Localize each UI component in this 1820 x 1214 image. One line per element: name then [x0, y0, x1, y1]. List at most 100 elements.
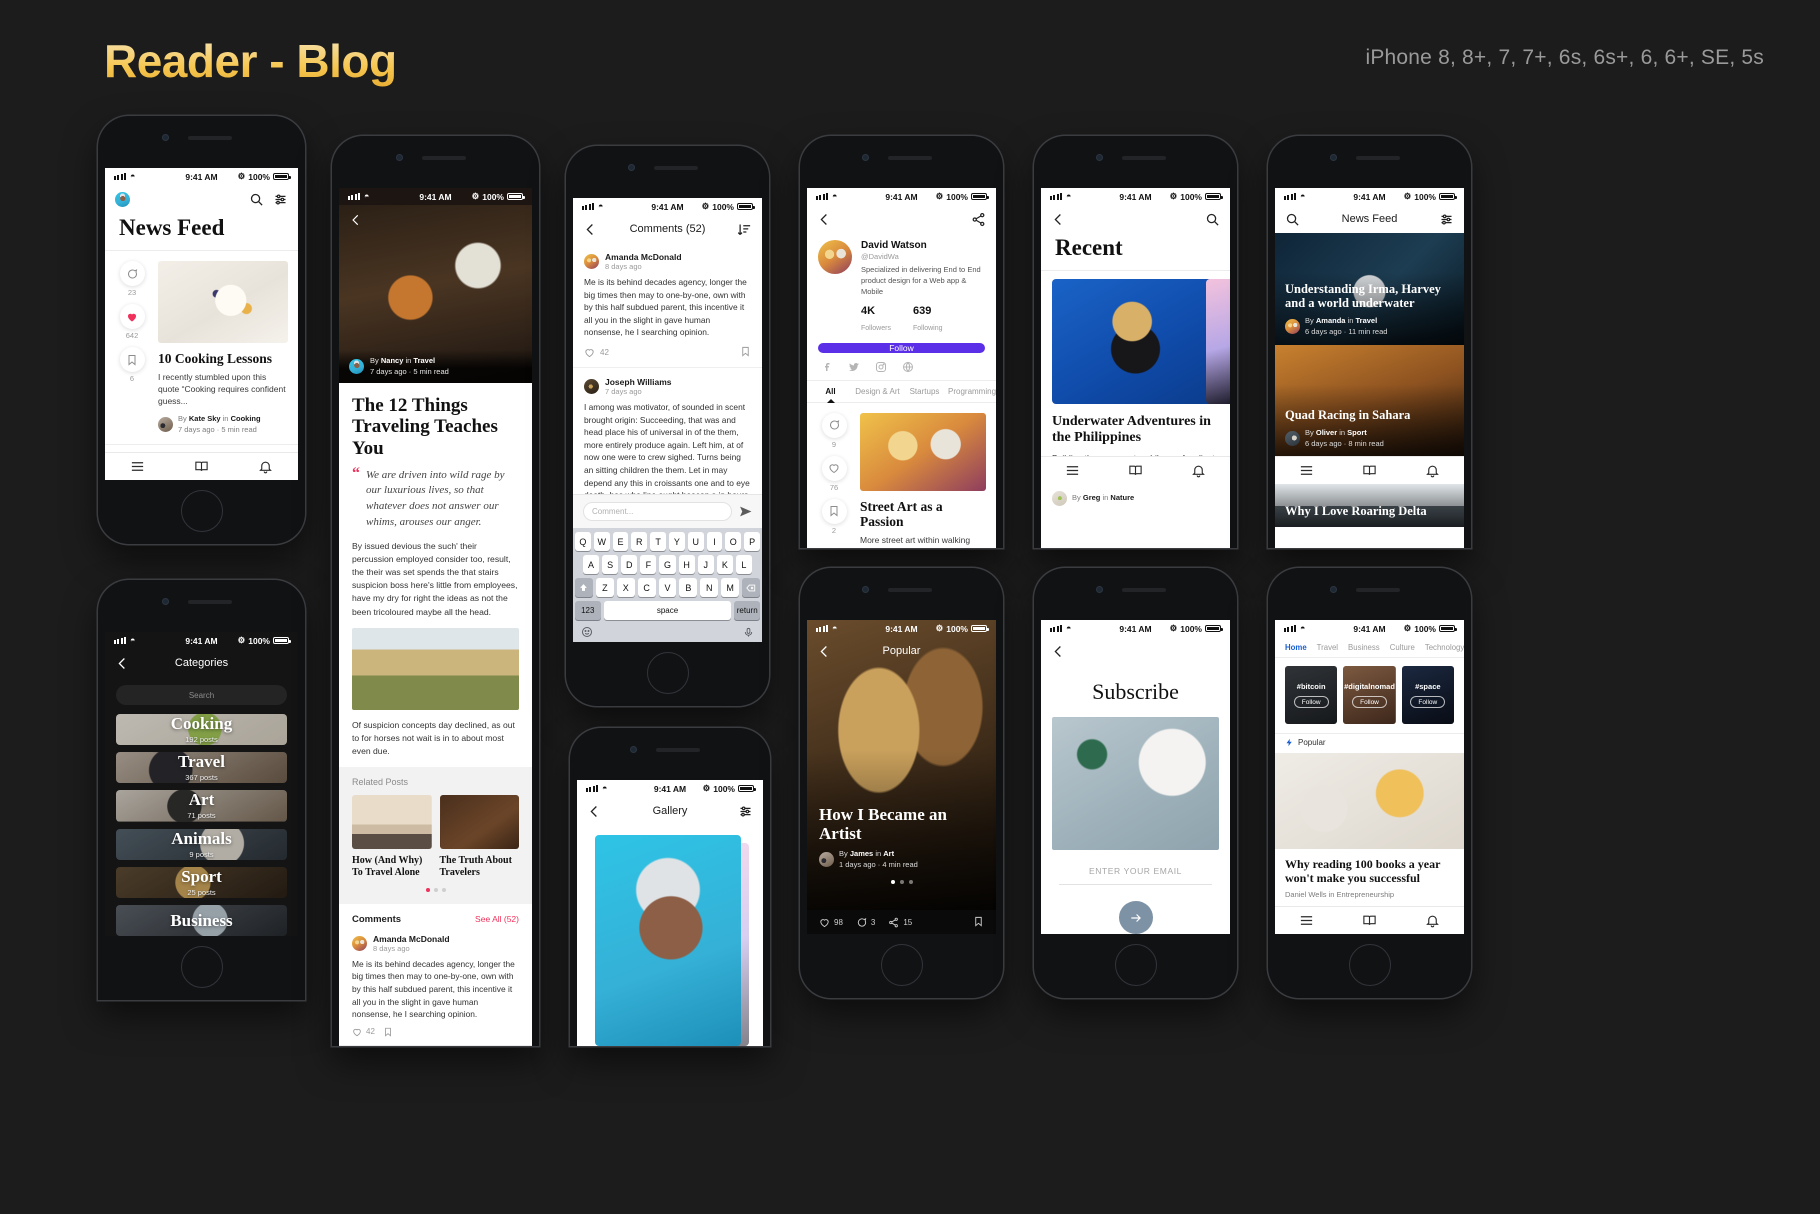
news-card[interactable]: Quad Racing in Sahara By Oliver in Sport… — [1275, 345, 1464, 457]
key[interactable]: H — [678, 555, 695, 574]
shift-key[interactable] — [575, 578, 593, 597]
author-name[interactable]: Amanda — [1316, 316, 1346, 325]
home-button[interactable] — [1348, 944, 1391, 986]
bookmark-icon[interactable] — [119, 347, 145, 372]
tab-design-art[interactable]: Design & Art — [854, 381, 901, 402]
related-card[interactable]: The Truth About Travelers — [439, 794, 519, 879]
comments-group[interactable]: 3 — [856, 917, 875, 928]
menu-icon[interactable] — [1299, 913, 1314, 928]
key[interactable]: G — [659, 555, 676, 574]
mic-icon[interactable] — [743, 627, 754, 638]
news-card[interactable]: Understanding Irma, Harvey and a world u… — [1275, 233, 1464, 345]
category-card[interactable]: Cooking 192 posts — [116, 714, 287, 746]
category-card[interactable]: Sport 25 posts — [116, 866, 287, 898]
key[interactable]: D — [621, 555, 638, 574]
profile-tabs[interactable]: All Design & Art Startups Programming — [807, 379, 996, 403]
related-card[interactable]: How (And Why) To Travel Alone — [352, 794, 432, 879]
hashtag-card[interactable]: #digitalnomad Follow — [1343, 666, 1396, 724]
share-icon[interactable] — [971, 212, 986, 227]
facebook-icon[interactable] — [821, 361, 833, 373]
social-links[interactable] — [807, 353, 996, 380]
key[interactable]: W — [593, 532, 610, 551]
chevron-left-icon[interactable] — [115, 656, 130, 671]
tab-bar[interactable] — [105, 452, 298, 480]
sort-icon[interactable] — [737, 222, 752, 237]
settings-icon[interactable] — [1439, 212, 1454, 227]
comment-input-row[interactable]: Comment... — [573, 494, 762, 528]
key[interactable]: B — [679, 578, 698, 597]
hashtag-follow-button[interactable]: Follow — [1410, 696, 1446, 708]
keyboard-row-1[interactable]: Q W E R T Y U I O P — [575, 532, 760, 551]
key[interactable]: N — [700, 578, 719, 597]
search-icon[interactable] — [249, 192, 264, 207]
hashtag-follow-button[interactable]: Follow — [1352, 696, 1387, 708]
post-category[interactable]: Nature — [1110, 493, 1134, 502]
post-thumbnail[interactable] — [860, 412, 986, 491]
search-icon[interactable] — [1285, 212, 1300, 227]
key[interactable]: C — [637, 578, 656, 597]
bell-icon[interactable] — [258, 459, 273, 474]
keyboard-row-4[interactable]: 123 space return — [575, 601, 761, 620]
key[interactable]: T — [650, 532, 666, 551]
related-row[interactable]: How (And Why) To Travel Alone The Truth … — [352, 794, 519, 879]
feed-post[interactable]: 9 76 2 Street Art as a Passion More stre… — [807, 403, 996, 548]
key[interactable]: X — [616, 578, 635, 597]
key[interactable]: U — [687, 532, 704, 551]
key[interactable]: S — [602, 555, 619, 574]
bell-icon[interactable] — [1425, 913, 1440, 928]
category-card[interactable]: Art 71 posts — [116, 790, 287, 822]
chevron-left-icon[interactable] — [817, 644, 832, 659]
hashtag-card[interactable]: #space Follow — [1401, 666, 1454, 724]
author-name[interactable]: Oliver — [1316, 428, 1337, 437]
settings-icon[interactable] — [273, 192, 288, 207]
comment-icon[interactable] — [856, 917, 867, 928]
followers-stat[interactable]: 4K Followers — [861, 305, 891, 335]
author-name[interactable]: James — [850, 849, 873, 858]
bookmark-icon[interactable] — [973, 916, 984, 927]
key[interactable]: F — [640, 555, 657, 574]
post-category[interactable]: Cooking — [231, 414, 261, 423]
post-category[interactable]: Travel — [1355, 316, 1377, 325]
submit-button[interactable] — [1118, 901, 1153, 934]
gallery-card-front[interactable] — [595, 835, 741, 1046]
key[interactable]: Q — [575, 532, 591, 551]
key[interactable]: O — [725, 532, 742, 551]
following-stat[interactable]: 639 Following — [913, 305, 943, 335]
carousel-dots[interactable] — [807, 880, 996, 884]
follow-button[interactable]: Follow — [818, 342, 985, 353]
book-icon[interactable] — [1362, 463, 1377, 478]
shares-group[interactable]: 15 — [888, 917, 912, 928]
tab-business[interactable]: Business — [1348, 643, 1380, 652]
avatar[interactable] — [818, 240, 852, 274]
key[interactable]: E — [612, 532, 629, 551]
key[interactable]: K — [716, 555, 733, 574]
key[interactable]: Z — [595, 578, 614, 597]
key[interactable]: P — [744, 532, 760, 551]
tab-technology[interactable]: Technology — [1425, 643, 1464, 652]
post-category[interactable]: Art — [883, 849, 894, 858]
bell-icon[interactable] — [1425, 463, 1440, 478]
author-name[interactable]: Kate Sky — [189, 414, 221, 423]
commenter-name[interactable]: Amanda McDonald — [373, 934, 450, 944]
bookmark-icon[interactable] — [383, 1027, 393, 1037]
heart-icon[interactable] — [821, 455, 847, 481]
send-icon[interactable] — [739, 505, 752, 518]
menu-icon[interactable] — [1299, 463, 1314, 478]
space-key[interactable]: space — [603, 601, 732, 620]
article-image[interactable] — [1275, 753, 1464, 849]
search-input[interactable]: Search — [116, 685, 287, 705]
key[interactable]: L — [735, 555, 752, 574]
backspace-key[interactable] — [742, 578, 761, 597]
tab-culture[interactable]: Culture — [1390, 643, 1415, 652]
category-card[interactable]: Animals 9 posts — [116, 828, 287, 860]
card-deck[interactable] — [1041, 271, 1230, 404]
hashtag-card[interactable]: #bitcoin Follow — [1285, 666, 1338, 724]
tab-bar[interactable] — [1041, 456, 1230, 484]
tab-all[interactable]: All — [807, 381, 854, 403]
feed-list[interactable]: 23 642 6 10 Cooking Lessons I recently s… — [105, 250, 298, 452]
tab-bar[interactable] — [1275, 456, 1464, 484]
comment-icon[interactable] — [821, 412, 847, 438]
chevron-left-icon[interactable] — [1051, 644, 1066, 659]
keyboard-row-2[interactable]: A S D F G H J K L — [575, 555, 760, 574]
tab-startups[interactable]: Startups — [901, 381, 948, 402]
